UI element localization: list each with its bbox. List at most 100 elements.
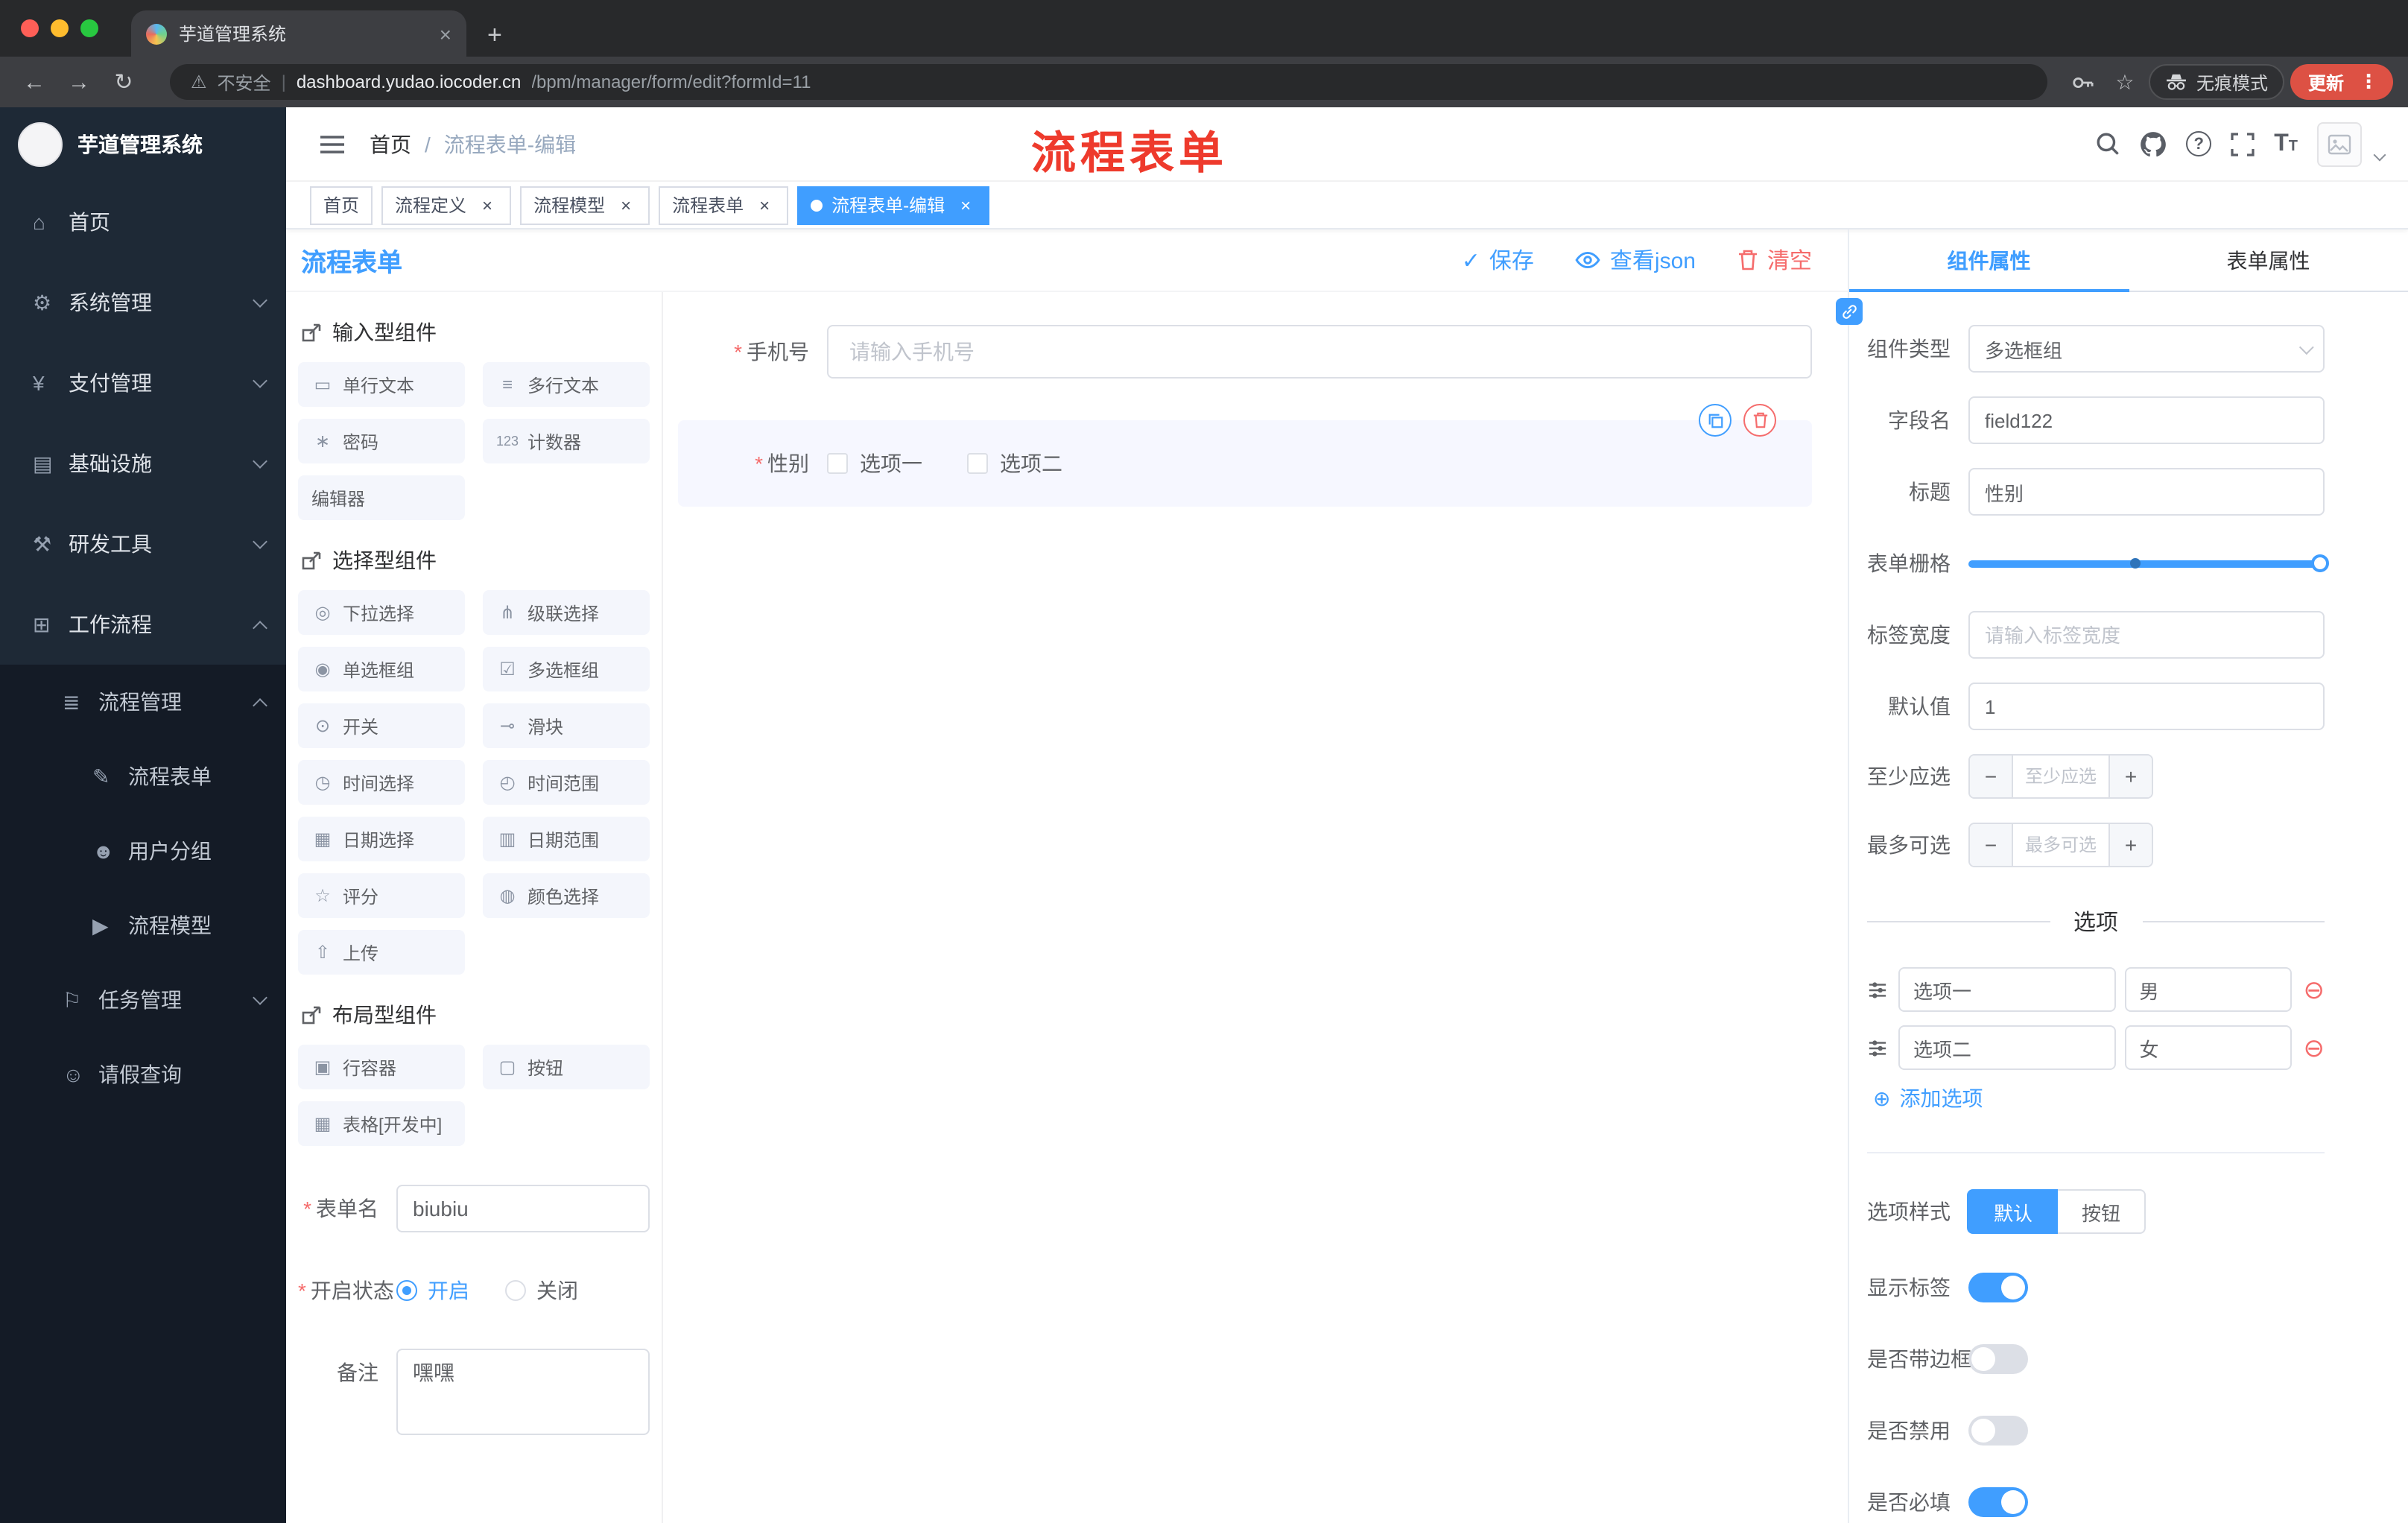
close-icon[interactable]: × bbox=[477, 194, 498, 215]
close-icon[interactable]: × bbox=[754, 194, 775, 215]
checkbox-icon[interactable] bbox=[827, 453, 848, 474]
sidebar-item-workflow[interactable]: ⊞ 工作流程 bbox=[0, 584, 286, 665]
palette-item-slider[interactable]: ⊸ 滑块 bbox=[483, 703, 650, 748]
delete-field-button[interactable] bbox=[1743, 404, 1776, 437]
checkbox-icon[interactable] bbox=[967, 453, 988, 474]
grid-slider[interactable] bbox=[1968, 539, 2329, 587]
border-toggle[interactable] bbox=[1968, 1344, 2028, 1374]
sidebar-item-task-management[interactable]: ⚐ 任务管理 bbox=[0, 963, 286, 1037]
drag-handle-icon[interactable] bbox=[1867, 980, 1888, 999]
palette-item-time-range[interactable]: ◴ 时间范围 bbox=[483, 760, 650, 805]
save-button[interactable]: ✓ 保存 bbox=[1462, 244, 1534, 276]
plus-icon[interactable]: + bbox=[2108, 756, 2152, 797]
title-input[interactable] bbox=[1968, 468, 2325, 516]
palette-item-button[interactable]: ▢ 按钮 bbox=[483, 1045, 650, 1089]
font-size-icon[interactable]: TT bbox=[2274, 131, 2298, 156]
component-type-select[interactable] bbox=[1968, 325, 2325, 373]
palette-item-color-picker[interactable]: ◍ 颜色选择 bbox=[483, 873, 650, 918]
update-button[interactable]: 更新 ⋮ bbox=[2290, 64, 2393, 100]
palette-item-date-range[interactable]: ▥ 日期范围 bbox=[483, 817, 650, 861]
checkbox-option-2[interactable]: 选项二 bbox=[967, 449, 1062, 478]
close-icon[interactable]: × bbox=[615, 194, 636, 215]
tag-home[interactable]: 首页 bbox=[310, 186, 373, 224]
checkbox-option-1[interactable]: 选项一 bbox=[827, 449, 922, 478]
palette-item-table[interactable]: ▦ 表格[开发中] bbox=[298, 1101, 465, 1146]
design-canvas[interactable]: 手机号 性别 bbox=[663, 292, 1848, 1523]
tab-form-props[interactable]: 表单属性 bbox=[2129, 229, 2408, 291]
status-radio-off[interactable]: 关闭 bbox=[505, 1276, 578, 1305]
field-phone[interactable]: 手机号 bbox=[678, 325, 1812, 379]
min-select-input[interactable] bbox=[2013, 756, 2108, 797]
palette-item-checkbox-group[interactable]: ☑ 多选框组 bbox=[483, 647, 650, 691]
sidebar-item-infrastructure[interactable]: ▤ 基础设施 bbox=[0, 423, 286, 504]
field-phone-input[interactable] bbox=[827, 325, 1812, 379]
sidebar-item-dev-tools[interactable]: ⚒ 研发工具 bbox=[0, 504, 286, 584]
close-icon[interactable]: × bbox=[955, 194, 976, 215]
palette-item-switch[interactable]: ⊙ 开关 bbox=[298, 703, 465, 748]
option-name-input[interactable] bbox=[1898, 967, 2116, 1012]
zoom-window-button[interactable] bbox=[80, 19, 98, 37]
label-width-input[interactable] bbox=[1968, 611, 2325, 659]
min-select-stepper[interactable]: − + bbox=[1968, 754, 2153, 799]
slider-track[interactable] bbox=[1968, 554, 2329, 572]
palette-item-time-picker[interactable]: ◷ 时间选择 bbox=[298, 760, 465, 805]
key-icon[interactable] bbox=[2065, 64, 2101, 100]
palette-item-rate[interactable]: ☆ 评分 bbox=[298, 873, 465, 918]
add-option-button[interactable]: ⊕ 添加选项 bbox=[1873, 1083, 2325, 1113]
palette-item-upload[interactable]: ⇧ 上传 bbox=[298, 930, 465, 975]
copy-field-button[interactable] bbox=[1699, 404, 1731, 437]
remove-option-icon[interactable]: ⊖ bbox=[2304, 1035, 2325, 1060]
minus-icon[interactable]: − bbox=[1970, 756, 2013, 797]
status-radio-on[interactable]: 开启 bbox=[396, 1276, 469, 1305]
drag-handle-icon[interactable] bbox=[1867, 1038, 1888, 1057]
max-select-input[interactable] bbox=[2013, 824, 2108, 866]
tab-close-icon[interactable]: × bbox=[440, 23, 452, 44]
sidebar-item-user-group[interactable]: ☻ 用户分组 bbox=[0, 814, 286, 888]
link-icon[interactable] bbox=[1836, 298, 1863, 325]
address-bar[interactable]: ⚠ 不安全 | dashboard.yudao.iocoder.cn/bpm/m… bbox=[170, 64, 2047, 100]
sidebar-item-process-model[interactable]: ▶ 流程模型 bbox=[0, 888, 286, 963]
search-icon[interactable] bbox=[2095, 131, 2120, 156]
close-window-button[interactable] bbox=[21, 19, 39, 37]
field-name-input[interactable] bbox=[1968, 396, 2325, 444]
view-json-button[interactable]: 查看json bbox=[1576, 244, 1696, 276]
clear-button[interactable]: 清空 bbox=[1737, 244, 1812, 276]
tag-process-model[interactable]: 流程模型 × bbox=[520, 186, 650, 224]
minimize-window-button[interactable] bbox=[51, 19, 69, 37]
fullscreen-icon[interactable] bbox=[2231, 132, 2255, 156]
avatar-caret-icon[interactable] bbox=[2373, 148, 2386, 161]
palette-item-counter[interactable]: 123 计数器 bbox=[483, 419, 650, 463]
option-value-input[interactable] bbox=[2124, 967, 2292, 1012]
tab-component-props[interactable]: 组件属性 bbox=[1849, 229, 2129, 292]
sidebar-item-home[interactable]: ⌂ 首页 bbox=[0, 182, 286, 262]
forward-icon[interactable]: → bbox=[60, 63, 98, 101]
style-default-button[interactable]: 默认 bbox=[1968, 1189, 2059, 1234]
bookmark-star-icon[interactable]: ☆ bbox=[2107, 64, 2143, 100]
tag-process-form-edit[interactable]: 流程表单-编辑 × bbox=[797, 186, 990, 224]
hamburger-icon[interactable] bbox=[319, 133, 346, 154]
breadcrumb-home[interactable]: 首页 bbox=[370, 129, 411, 159]
style-button-button[interactable]: 按钮 bbox=[2058, 1189, 2146, 1234]
max-select-stepper[interactable]: − + bbox=[1968, 823, 2153, 867]
palette-item-input-text[interactable]: ▭ 单行文本 bbox=[298, 362, 465, 407]
remove-option-icon[interactable]: ⊖ bbox=[2304, 977, 2325, 1002]
sidebar-item-system[interactable]: ⚙ 系统管理 bbox=[0, 262, 286, 343]
minus-icon[interactable]: − bbox=[1970, 824, 2013, 866]
palette-item-radio-group[interactable]: ◉ 单选框组 bbox=[298, 647, 465, 691]
palette-item-password[interactable]: ∗ 密码 bbox=[298, 419, 465, 463]
plus-icon[interactable]: + bbox=[2108, 824, 2152, 866]
palette-item-textarea[interactable]: ≡ 多行文本 bbox=[483, 362, 650, 407]
sidebar-item-payment[interactable]: ¥ 支付管理 bbox=[0, 343, 286, 423]
tag-process-form[interactable]: 流程表单 × bbox=[659, 186, 789, 224]
avatar[interactable] bbox=[2317, 121, 2362, 166]
option-name-input[interactable] bbox=[1898, 1025, 2116, 1070]
sidebar-item-leave-query[interactable]: ☺ 请假查询 bbox=[0, 1037, 286, 1112]
show-label-toggle[interactable] bbox=[1968, 1273, 2028, 1302]
palette-item-rich-editor[interactable]: 编辑器 bbox=[298, 475, 465, 520]
field-gender-selected[interactable]: 性别 选项一 选项二 bbox=[678, 404, 1812, 507]
new-tab-button[interactable]: + bbox=[466, 21, 502, 57]
palette-item-date-picker[interactable]: ▦ 日期选择 bbox=[298, 817, 465, 861]
reload-icon[interactable]: ↻ bbox=[104, 63, 143, 101]
palette-item-row-container[interactable]: ▣ 行容器 bbox=[298, 1045, 465, 1089]
sidebar-item-process-management[interactable]: ≣ 流程管理 bbox=[0, 665, 286, 739]
